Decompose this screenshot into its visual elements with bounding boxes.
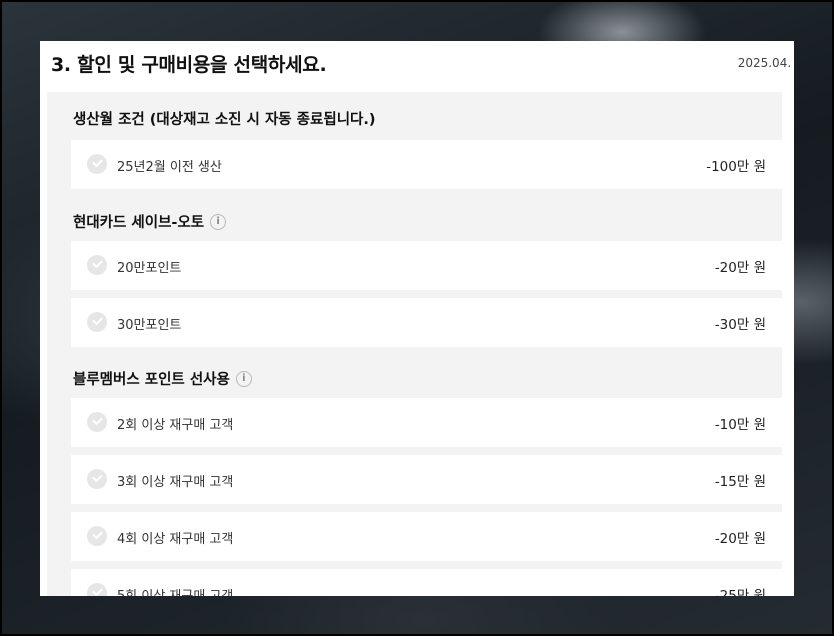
group-title-text: 생산월 조건 (대상재고 소진 시 자동 종료됩니다.) <box>73 112 376 128</box>
option-label: 30만포인트 <box>117 318 182 333</box>
option-5-repurchase[interactable]: 5회 이상 재구매 고객 -25만 원 <box>71 569 782 596</box>
discount-selection-panel: 3. 할인 및 구매비용을 선택하세요. 2025.04. 기 생산월 조건 (… <box>40 41 794 596</box>
section-header: 3. 할인 및 구매비용을 선택하세요. 2025.04. 기 <box>40 41 794 91</box>
group-title-hyundai-card: 현대카드 세이브-오토 i <box>73 211 227 232</box>
option-20-points[interactable]: 20만포인트 -20만 원 <box>71 241 782 290</box>
option-price: -20만 원 <box>714 260 766 276</box>
group-title-production-month: 생산월 조건 (대상재고 소진 시 자동 종료됩니다.) <box>73 108 376 129</box>
check-circle-icon <box>87 312 107 332</box>
option-price: -10만 원 <box>714 417 766 433</box>
option-3-repurchase[interactable]: 3회 이상 재구매 고객 -15만 원 <box>71 455 782 504</box>
check-circle-icon <box>87 526 107 546</box>
option-label: 5회 이상 재구매 고객 <box>117 585 233 596</box>
check-circle-icon <box>87 583 107 596</box>
info-icon[interactable]: i <box>210 213 227 230</box>
option-label: 20만포인트 <box>117 261 182 276</box>
date-note: 2025.04. 기 <box>737 56 794 70</box>
section-title: 3. 할인 및 구매비용을 선택하세요. <box>51 54 327 76</box>
option-label: 4회 이상 재구매 고객 <box>117 532 234 547</box>
option-label: 2회 이상 재구매 고객 <box>117 418 234 433</box>
info-icon[interactable]: i <box>235 370 252 387</box>
options-area: 생산월 조건 (대상재고 소진 시 자동 종료됩니다.) 25년2월 이전 생산… <box>47 92 782 596</box>
group-title-blue-members: 블루멤버스 포인트 선사용 i <box>73 368 252 389</box>
option-price: -100만 원 <box>706 159 766 175</box>
group-title-text: 현대카드 세이브-오토 <box>73 215 205 231</box>
check-circle-icon <box>87 255 107 275</box>
check-circle-icon <box>87 469 107 489</box>
option-label: 3회 이상 재구매 고객 <box>117 475 234 490</box>
option-30-points[interactable]: 30만포인트 -30만 원 <box>71 298 782 347</box>
option-label: 25년2월 이전 생산 <box>117 160 222 175</box>
option-2-repurchase[interactable]: 2회 이상 재구매 고객 -10만 원 <box>71 398 782 447</box>
option-price: -15만 원 <box>714 474 766 490</box>
option-4-repurchase[interactable]: 4회 이상 재구매 고객 -20만 원 <box>71 512 782 561</box>
option-price: -20만 원 <box>714 531 766 547</box>
group-title-text: 블루멤버스 포인트 선사용 <box>73 372 230 388</box>
option-price: -30만 원 <box>714 317 766 333</box>
option-production-before-feb[interactable]: 25년2월 이전 생산 -100만 원 <box>71 140 782 189</box>
check-circle-icon <box>87 154 107 174</box>
check-circle-icon <box>87 412 107 432</box>
option-price: -25만 원 <box>714 588 766 596</box>
